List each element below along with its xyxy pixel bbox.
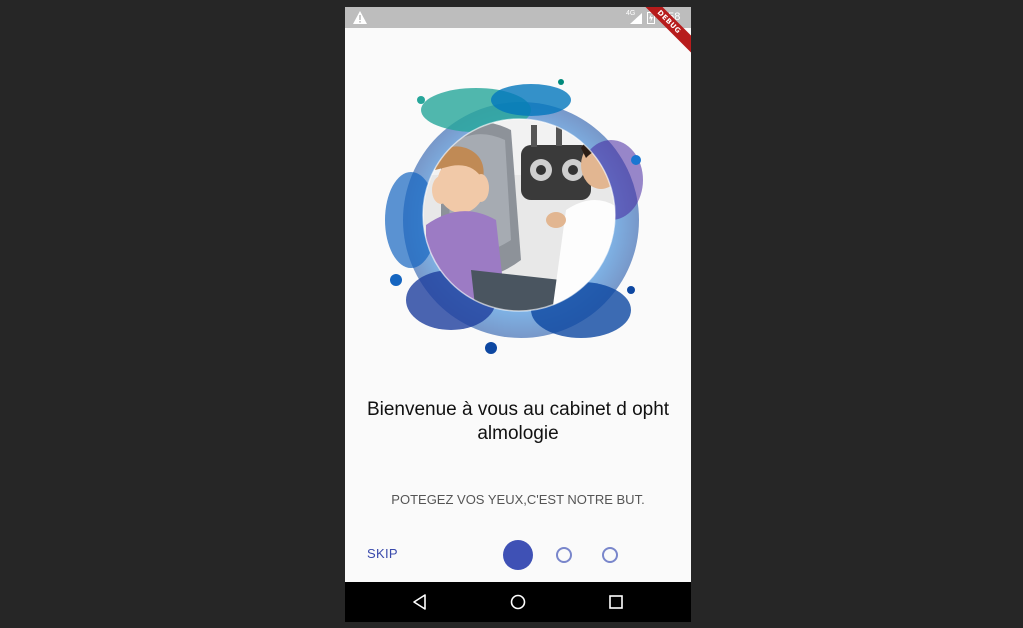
back-icon[interactable]: [412, 594, 428, 610]
onboarding-title: Bienvenue à vous au cabinet d ophtalmolo…: [366, 399, 670, 444]
onboarding-subtitle: POTEGEZ VOS YEUX,C'EST NOTRE BUT.: [391, 492, 645, 507]
skip-button[interactable]: SKIP: [367, 546, 398, 561]
system-navigation-bar: [345, 582, 691, 622]
hero-illustration: [385, 79, 643, 354]
page-indicator-dot-3[interactable]: [602, 547, 618, 563]
page-indicator-dot-2[interactable]: [556, 547, 572, 563]
page-indicator-dot-1-active[interactable]: [503, 540, 533, 570]
phone-screen: 4G 2:58 DEBUG: [345, 7, 691, 622]
signal-icon: [630, 13, 642, 24]
home-icon[interactable]: [510, 594, 526, 610]
recents-icon[interactable]: [608, 594, 624, 610]
status-bar: 4G 2:58 DEBUG: [345, 7, 691, 61]
warning-icon: [353, 11, 367, 24]
